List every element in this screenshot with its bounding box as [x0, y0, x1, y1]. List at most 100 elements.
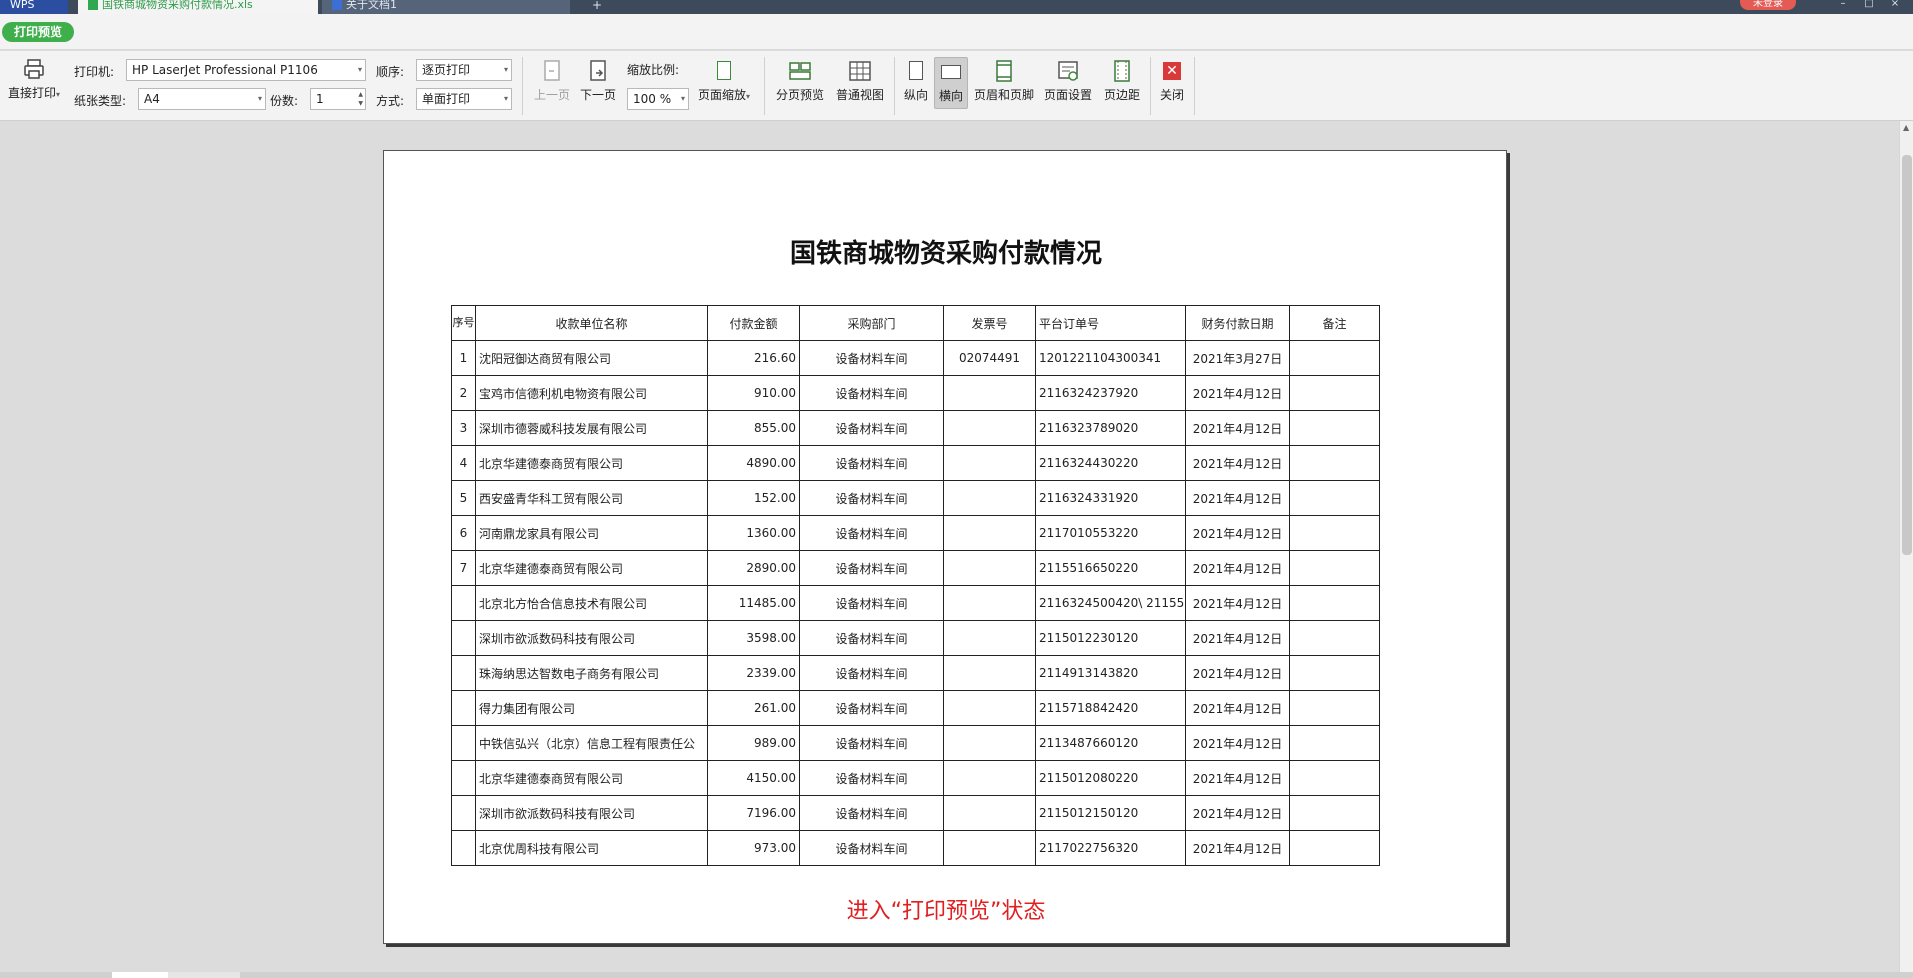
cell-payee: 西安盛青华科工贸有限公司	[475, 480, 708, 516]
cell-dept: 设备材料车间	[799, 830, 944, 866]
cell-invoice	[943, 655, 1036, 691]
cell-dept: 设备材料车间	[799, 480, 944, 516]
cell-dept: 设备材料车间	[799, 655, 944, 691]
chevron-down-icon: ▾	[503, 65, 508, 74]
close-window-icon[interactable]: ×	[1888, 0, 1902, 9]
title-bar: WPS 国铁商城物资采购付款情况.xls 关于文档1 + 未登录 – □ ×	[0, 0, 1913, 14]
cell-invoice	[943, 445, 1036, 481]
header-footer-label: 页眉和页脚	[973, 88, 1034, 102]
cell-date: 2021年4月12日	[1185, 620, 1290, 656]
portrait-button[interactable]: 纵向	[900, 59, 932, 103]
cell-remark	[1289, 620, 1380, 656]
cell-order: 2116323789020	[1035, 410, 1186, 446]
portrait-page-icon	[904, 59, 928, 83]
table-header-row: 序号 收款单位名称 付款金额 采购部门 发票号 平台订单号 财务付款日期 备注	[451, 305, 1380, 341]
page-zoom-button[interactable]: 页面缩放▾	[694, 59, 754, 103]
cell-date: 2021年4月12日	[1185, 830, 1290, 866]
table-row: 深圳市欲派数码科技有限公司 7196.00 设备材料车间 2115012150120 2…	[451, 795, 1380, 831]
cell-invoice: 02074491	[943, 340, 1036, 376]
scrollbar-thumb[interactable]	[1902, 155, 1912, 555]
portrait-label: 纵向	[903, 88, 928, 102]
tab-document[interactable]: 国铁商城物资采购付款情况.xls	[78, 0, 318, 14]
new-tab-button[interactable]: +	[592, 0, 602, 11]
cell-invoice	[943, 375, 1036, 411]
tab-wps[interactable]: WPS	[0, 0, 68, 14]
direct-print-button[interactable]: 直接打印▾	[4, 57, 64, 101]
cell-order: 2114913143820	[1035, 655, 1186, 691]
close-preview-button[interactable]: ✕ 关闭	[1156, 59, 1188, 103]
normal-view-button[interactable]: 普通视图	[832, 59, 888, 103]
sheet-tab-strip	[0, 972, 1913, 978]
maximize-icon[interactable]: □	[1862, 0, 1876, 9]
zoom-label: 缩放比例:	[627, 63, 680, 77]
print-preview-toolbar: 直接打印▾ 打印机: HP LaserJet Professional P110…	[0, 51, 1913, 121]
payment-table: 序号 收款单位名称 付款金额 采购部门 发票号 平台订单号 财务付款日期 备注 …	[451, 305, 1380, 866]
zoom-select[interactable]: 100 % ▾	[627, 88, 689, 110]
col-header-amount: 付款金额	[707, 305, 800, 341]
cell-order: 2115012080220	[1035, 760, 1186, 796]
page-break-preview-button[interactable]: 分页预览	[772, 59, 828, 103]
page-setup-label: 页面设置	[1043, 88, 1092, 102]
landscape-button[interactable]: 横向	[934, 57, 968, 109]
zoom-value: 100 %	[633, 92, 672, 106]
paper-type-select[interactable]: A4 ▾	[138, 88, 266, 110]
cell-amount: 1360.00	[707, 515, 800, 551]
margins-button[interactable]: 页边距	[1100, 59, 1144, 103]
cell-amount: 216.60	[707, 340, 800, 376]
paper-type-value: A4	[144, 92, 160, 106]
next-page-label: 下一页	[579, 88, 616, 102]
table-row: 3 深圳市德蓉威科技发展有限公司 855.00 设备材料车间 2116323789020…	[451, 410, 1380, 446]
cell-amount: 855.00	[707, 410, 800, 446]
login-button[interactable]: 未登录	[1740, 0, 1796, 10]
page-zoom-label: 页面缩放	[697, 88, 746, 102]
cell-amount: 2339.00	[707, 655, 800, 691]
table-row: 6 河南鼎龙家具有限公司 1360.00 设备材料车间 2117010553220 202…	[451, 515, 1380, 551]
next-page-button[interactable]: 下一页	[576, 59, 620, 103]
cell-dept: 设备材料车间	[799, 795, 944, 831]
minimize-icon[interactable]: –	[1836, 0, 1850, 9]
cell-amount: 261.00	[707, 690, 800, 726]
cell-order: 2116324500420\ 2115521160420	[1035, 585, 1186, 621]
cell-invoice	[943, 760, 1036, 796]
cell-payee: 北京华建德泰商贸有限公司	[475, 550, 708, 586]
tab-wps-label: WPS	[10, 0, 35, 11]
scroll-up-icon[interactable]: ▲	[1903, 123, 1909, 132]
cell-order: 2115012230120	[1035, 620, 1186, 656]
printer-value: HP LaserJet Professional P1106	[132, 63, 318, 77]
cell-dept: 设备材料车间	[799, 340, 944, 376]
page-setup-button[interactable]: 页面设置	[1040, 59, 1096, 103]
cell-seq: 5	[451, 480, 476, 516]
cell-payee: 北京优周科技有限公司	[475, 830, 708, 866]
table-row: 北京优周科技有限公司 973.00 设备材料车间 2117022756320 2021年…	[451, 830, 1380, 866]
tab-document-2[interactable]: 关于文档1	[322, 0, 570, 14]
document-title: 国铁商城物资采购付款情况	[789, 239, 1102, 269]
cell-order: 2117022756320	[1035, 830, 1186, 866]
header-footer-button[interactable]: 页眉和页脚	[972, 59, 1036, 103]
cell-remark	[1289, 760, 1380, 796]
printer-select[interactable]: HP LaserJet Professional P1106 ▾	[126, 59, 366, 81]
cell-seq	[451, 830, 476, 866]
cell-seq	[451, 725, 476, 761]
stepper-down-icon[interactable]: ▼	[358, 100, 363, 108]
cell-date: 2021年4月12日	[1185, 550, 1290, 586]
cell-remark	[1289, 830, 1380, 866]
cell-date: 2021年4月12日	[1185, 585, 1290, 621]
print-preview-tab[interactable]: 打印预览	[2, 22, 74, 42]
stepper-up-icon[interactable]: ▲	[358, 91, 363, 99]
sheet-tab[interactable]	[112, 972, 168, 978]
vertical-scrollbar[interactable]: ▲	[1899, 121, 1913, 978]
cell-remark	[1289, 340, 1380, 376]
cell-amount: 7196.00	[707, 795, 800, 831]
copies-stepper[interactable]: 1 ▲ ▼	[310, 88, 366, 110]
col-header-date: 财务付款日期	[1185, 305, 1290, 341]
print-mode-select[interactable]: 单面打印 ▾	[416, 88, 512, 110]
chevron-down-icon: ▾	[357, 65, 362, 74]
prev-page-button[interactable]: 上一页	[530, 59, 574, 103]
order-select[interactable]: 逐页打印 ▾	[416, 59, 512, 81]
sheet-tab[interactable]	[168, 972, 240, 978]
cell-remark	[1289, 445, 1380, 481]
cell-order: 2116324237920	[1035, 375, 1186, 411]
cell-invoice	[943, 550, 1036, 586]
tab-document-label: 国铁商城物资采购付款情况.xls	[102, 0, 253, 11]
cell-seq: 4	[451, 445, 476, 481]
